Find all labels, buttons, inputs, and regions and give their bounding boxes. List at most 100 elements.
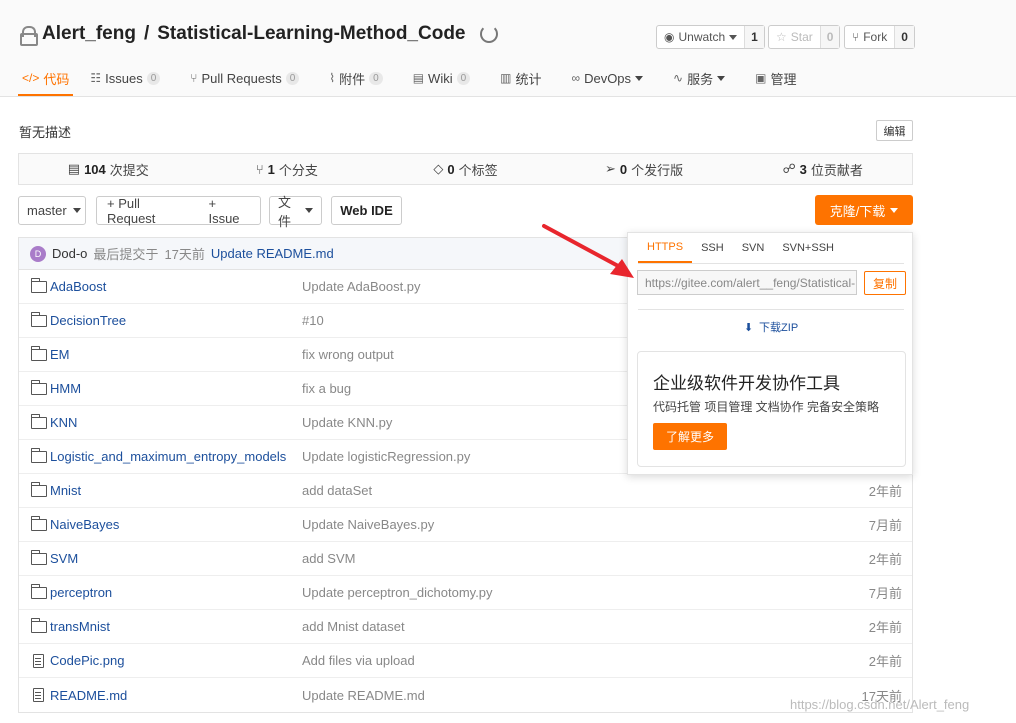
tab-label: 管理	[770, 71, 797, 87]
file-commit-message[interactable]: add SVM	[302, 551, 355, 566]
avatar[interactable]: D	[30, 245, 46, 262]
table-row[interactable]: SVM add SVM 2年前	[19, 542, 912, 576]
manage-icon: ▣	[755, 71, 767, 85]
tab-svn[interactable]: SVN	[733, 233, 774, 263]
wiki-icon: ▤	[412, 71, 425, 85]
tab-issues[interactable]: ☷ Issues 0	[90, 62, 173, 94]
file-commit-time: 7月前	[868, 586, 902, 601]
contributors-icon: ☍	[782, 161, 796, 176]
stat-label: 次提交	[109, 162, 149, 178]
tab-code[interactable]: </> 代码	[18, 62, 74, 96]
paperclip-icon: ⌇	[329, 71, 336, 85]
stat-releases[interactable]: ➢ 0 个发行版	[555, 160, 734, 179]
tab-attachments[interactable]: ⌇ 附件 0	[329, 62, 395, 94]
file-commit-time: 7月前	[868, 518, 902, 533]
commit-message-link[interactable]: Update README.md	[211, 246, 334, 261]
learn-more-button[interactable]: 了解更多	[653, 423, 727, 450]
stat-commits[interactable]: ▤ 104 次提交	[19, 160, 198, 179]
fork-button[interactable]: ⑂ Fork 0	[844, 25, 915, 49]
repo-name-link[interactable]: Statistical-Learning-Method_Code	[157, 23, 465, 45]
file-commit-message[interactable]: Update logisticRegression.py	[302, 449, 470, 464]
repo-owner-link[interactable]: Alert_feng	[42, 23, 136, 45]
stat-branches[interactable]: ⑂ 1 个分支	[198, 160, 377, 179]
stat-label: 位贡献者	[810, 162, 863, 178]
file-name-link[interactable]: SVM	[30, 549, 78, 566]
copy-url-button[interactable]: 复制	[864, 271, 906, 295]
tab-svn-ssh[interactable]: SVN+SSH	[773, 233, 843, 263]
file-name-link[interactable]: perceptron	[30, 583, 113, 600]
tab-https[interactable]: HTTPS	[638, 233, 693, 263]
table-row[interactable]: README.md Update README.md 17天前	[19, 678, 912, 712]
chevron-down-icon	[72, 208, 81, 213]
tab-manage[interactable]: ▣ 管理	[755, 62, 809, 94]
stat-tags[interactable]: ◇ 0 个标签	[376, 160, 555, 179]
watch-button[interactable]: ◉ Unwatch 1	[656, 25, 765, 49]
file-name-link[interactable]: Logistic_and_maximum_entropy_models	[30, 447, 286, 464]
file-commit-message[interactable]: Update AdaBoost.py	[302, 279, 421, 294]
stat-number: 104	[84, 161, 106, 177]
file-commit-message[interactable]: Update NaiveBayes.py	[302, 517, 434, 532]
commit-author[interactable]: Dod-o	[52, 246, 87, 261]
file-name: perceptron	[50, 585, 113, 600]
table-row[interactable]: Mnist add dataSet 2年前	[19, 474, 912, 508]
file-commit-message[interactable]: Update perceptron_dichotomy.py	[302, 585, 493, 600]
table-row[interactable]: NaiveBayes Update NaiveBayes.py 7月前	[19, 508, 912, 542]
tab-wiki[interactable]: ▤ Wiki 0	[413, 62, 483, 94]
stat-contributors[interactable]: ☍ 3 位贡献者	[733, 160, 912, 179]
file-name-link[interactable]: Mnist	[30, 481, 81, 498]
repo-stats-bar: ▤ 104 次提交 ⑂ 1 个分支 ◇ 0 个标签 ➢ 0 个发行版 ☍ 3 位贡献者	[18, 153, 913, 185]
tab-ssh[interactable]: SSH	[692, 233, 733, 263]
branch-select[interactable]: master	[18, 196, 86, 225]
tab-services[interactable]: ∿ 服务	[673, 62, 738, 94]
file-name-link[interactable]: AdaBoost	[30, 277, 106, 294]
file-name: KNN	[50, 415, 78, 430]
file-commit-message[interactable]: #10	[302, 313, 324, 328]
star-icon: ☆	[776, 30, 787, 44]
file-commit-message[interactable]: add Mnist dataset	[302, 619, 405, 634]
web-ide-button[interactable]: Web IDE	[331, 196, 402, 225]
download-icon: ⬇	[743, 321, 754, 334]
sync-icon[interactable]	[479, 25, 498, 43]
table-row[interactable]: perceptron Update perceptron_dichotomy.py…	[19, 576, 912, 610]
file-name-link[interactable]: DecisionTree	[30, 311, 126, 328]
edit-description-button[interactable]: 编辑	[876, 120, 913, 141]
file-name-link[interactable]: README.md	[31, 688, 127, 703]
tab-pull-requests[interactable]: ⑂ Pull Requests 0	[190, 62, 312, 94]
folder-icon	[30, 515, 47, 531]
file-commit-message[interactable]: fix wrong output	[302, 347, 394, 362]
promo-title: 企业级软件开发协作工具	[653, 374, 840, 393]
tab-stats[interactable]: ▥ 统计	[500, 62, 554, 94]
download-zip-link[interactable]: ⬇ 下载ZIP	[628, 319, 914, 335]
file-commit-time: 2年前	[868, 484, 902, 499]
file-name-link[interactable]: CodePic.png	[31, 653, 124, 668]
star-label: Star	[790, 30, 813, 44]
file-menu-button[interactable]: 文件	[269, 195, 322, 229]
file-name-link[interactable]: KNN	[30, 413, 78, 430]
file-name-link[interactable]: NaiveBayes	[30, 515, 119, 532]
file-commit-message[interactable]: fix a bug	[302, 381, 351, 396]
clone-download-button[interactable]: 克隆/下载	[815, 195, 913, 225]
file-name-link[interactable]: transMnist	[30, 617, 110, 634]
file-commit-message[interactable]: Add files via upload	[302, 653, 415, 668]
file-menu-label: 文件	[278, 194, 292, 229]
repo-separator: /	[143, 23, 150, 44]
new-issue-button[interactable]: + Issue	[200, 196, 260, 226]
file-commit-time: 2年前	[868, 552, 902, 567]
file-name-link[interactable]: HMM	[30, 379, 81, 396]
star-button[interactable]: ☆ Star 0	[768, 25, 841, 49]
clone-url-input[interactable]: https://gitee.com/alert__feng/Statistica…	[637, 270, 857, 295]
new-pull-request-button[interactable]: + Pull Request	[97, 196, 200, 226]
file-commit-message[interactable]: Update README.md	[302, 688, 425, 703]
folder-icon	[30, 447, 47, 463]
bar-chart-icon: ▥	[500, 71, 512, 85]
file-name-link[interactable]: EM	[30, 345, 70, 362]
fork-count[interactable]: 0	[894, 26, 914, 48]
commit-time: 17天前	[164, 247, 205, 262]
tab-devops[interactable]: ∞ DevOps	[572, 62, 657, 94]
watch-count[interactable]: 1	[744, 26, 764, 48]
file-commit-message[interactable]: Update KNN.py	[302, 415, 392, 430]
file-commit-message[interactable]: add dataSet	[302, 483, 372, 498]
table-row[interactable]: CodePic.png Add files via upload 2年前	[19, 644, 912, 678]
table-row[interactable]: transMnist add Mnist dataset 2年前	[19, 610, 912, 644]
star-count[interactable]: 0	[819, 26, 840, 48]
